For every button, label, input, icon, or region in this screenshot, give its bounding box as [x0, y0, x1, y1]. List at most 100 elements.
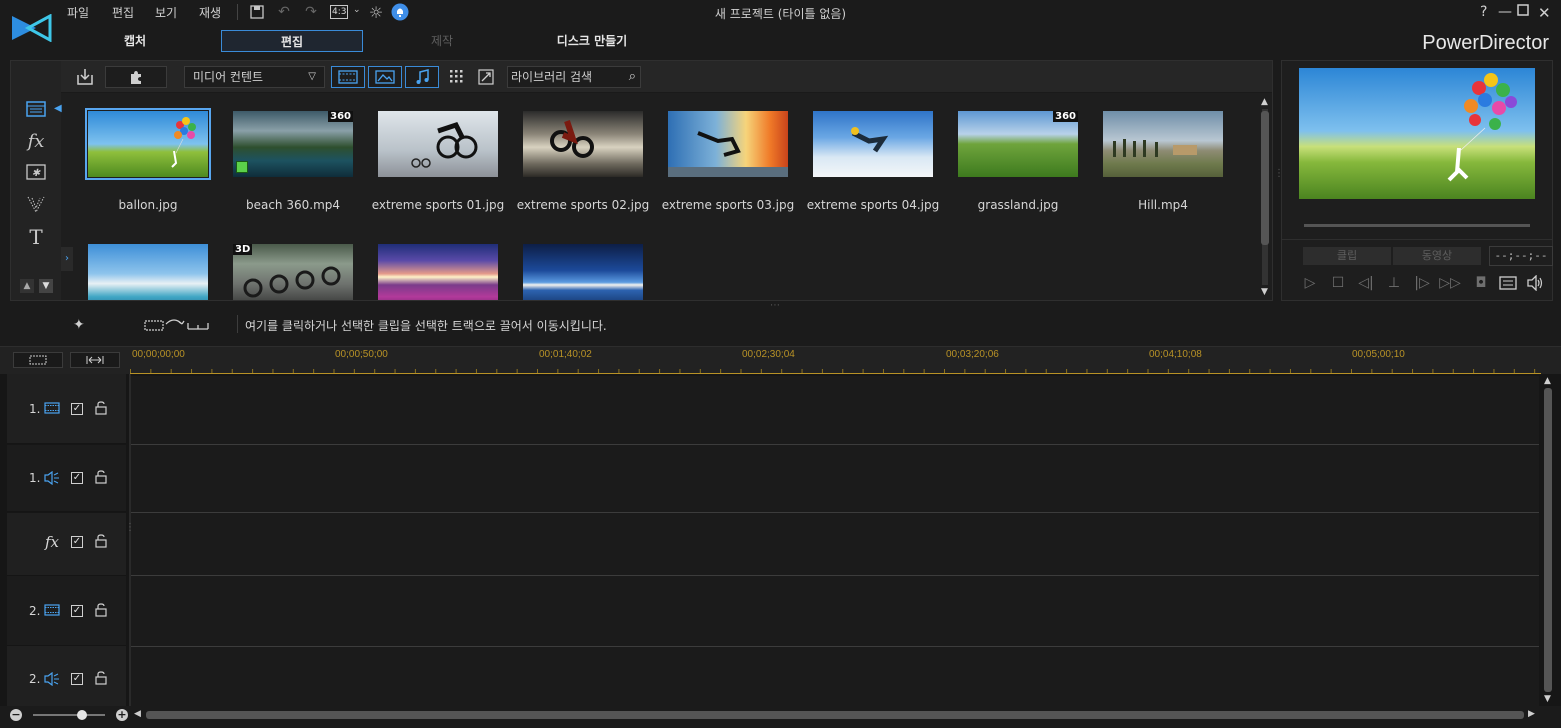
- tab-produce[interactable]: 제작: [371, 30, 513, 52]
- timeline-horizontal-scrollbar[interactable]: [146, 711, 1524, 719]
- media-item[interactable]: extreme sports 02.jpg: [517, 107, 649, 227]
- track-lock-icon[interactable]: [95, 671, 107, 688]
- zoom-slider-knob[interactable]: [77, 710, 87, 720]
- track-lock-icon[interactable]: [95, 603, 107, 620]
- media-item-name: extreme sports 04.jpg: [806, 198, 940, 212]
- media-thumbnail: 360: [958, 111, 1078, 177]
- tab-movie-mode[interactable]: 동영상: [1393, 247, 1481, 265]
- import-media-icon[interactable]: [75, 67, 95, 87]
- media-room-icon[interactable]: [23, 97, 49, 121]
- storyboard-toggle-icon[interactable]: [144, 316, 210, 335]
- media-item[interactable]: 360 beach 360.mp4: [230, 107, 356, 227]
- library-scrollbar[interactable]: ▲ ▼: [1260, 97, 1270, 297]
- media-item[interactable]: extreme sports 03.jpg: [662, 107, 794, 227]
- track-lane-audio-1[interactable]: [131, 445, 1539, 513]
- scroll-down-icon[interactable]: ▼: [1544, 694, 1551, 704]
- track-lock-icon[interactable]: [95, 470, 107, 487]
- track-enable-checkbox[interactable]: ✓: [71, 605, 83, 617]
- fx-room-icon[interactable]: fx: [23, 129, 49, 153]
- filter-video-button[interactable]: [331, 66, 365, 88]
- track-manager-button[interactable]: [13, 352, 63, 368]
- track-lane-video-1[interactable]: [131, 376, 1539, 445]
- menu-edit[interactable]: 편집: [112, 4, 134, 21]
- notification-icon[interactable]: [391, 3, 409, 21]
- scroll-right-icon[interactable]: ▶: [1528, 709, 1535, 719]
- fit-timeline-button[interactable]: [70, 352, 120, 368]
- close-icon[interactable]: ✕: [1538, 4, 1551, 22]
- scroll-up-icon[interactable]: ▲: [1544, 376, 1551, 386]
- sort-grid-icon[interactable]: [449, 69, 465, 88]
- stop-icon[interactable]: ☐: [1327, 273, 1349, 293]
- aspect-dropdown-icon[interactable]: ⌄: [353, 5, 361, 15]
- track-lane-video-2[interactable]: [131, 576, 1539, 647]
- menu-file[interactable]: 파일: [67, 4, 89, 21]
- fast-forward-icon[interactable]: ▷▷: [1439, 273, 1461, 293]
- aspect-ratio-button[interactable]: 4:3: [330, 5, 349, 19]
- media-item[interactable]: [520, 240, 646, 300]
- tab-clip-mode[interactable]: 클립: [1303, 247, 1391, 265]
- menu-view[interactable]: 보기: [155, 4, 177, 21]
- media-item[interactable]: extreme sports 01.jpg: [372, 107, 504, 227]
- media-item[interactable]: Hill.mp4: [1100, 107, 1226, 227]
- media-item[interactable]: [375, 240, 501, 300]
- media-item[interactable]: 360 grassland.jpg: [955, 107, 1081, 227]
- timeline-vertical-scrollbar[interactable]: ▲ ▼: [1543, 376, 1553, 706]
- zoom-slider[interactable]: [33, 714, 105, 716]
- track-enable-checkbox[interactable]: ✓: [71, 673, 83, 685]
- track-enable-checkbox[interactable]: ✓: [71, 403, 83, 415]
- snapshot-camera-icon[interactable]: ◘: [1470, 273, 1492, 293]
- zoom-in-icon[interactable]: +: [116, 709, 128, 721]
- track-enable-checkbox[interactable]: ✓: [71, 472, 83, 484]
- title-room-icon[interactable]: T: [23, 225, 49, 249]
- scroll-thumb[interactable]: [1261, 111, 1269, 245]
- track-enable-checkbox[interactable]: ✓: [71, 536, 83, 548]
- library-search-input[interactable]: 라이브러리 검색 ⌕: [507, 66, 641, 88]
- preview-settings-icon[interactable]: [1497, 273, 1519, 293]
- play-icon[interactable]: ▷: [1299, 273, 1321, 293]
- previous-frame-icon[interactable]: ◁|: [1355, 273, 1377, 293]
- maximize-icon[interactable]: [1517, 4, 1529, 20]
- expand-library-icon[interactable]: [478, 69, 494, 88]
- preview-timecode[interactable]: --;--;--: [1489, 246, 1553, 266]
- split-icon[interactable]: ⊥: [1383, 273, 1405, 293]
- scroll-up-icon[interactable]: ▲: [1261, 97, 1268, 107]
- track-lane-audio-2[interactable]: [131, 647, 1539, 708]
- redo-icon[interactable]: ↷: [302, 3, 320, 21]
- zoom-out-icon[interactable]: −: [10, 709, 22, 721]
- media-item[interactable]: 3D: [230, 240, 356, 300]
- track-lock-icon[interactable]: [95, 534, 107, 551]
- timeline-ruler[interactable]: 00;00;00;00 00;00;50;00 00;01;40;02 00;0…: [130, 347, 1541, 375]
- sidebar-scroll-down-icon[interactable]: ▼: [39, 279, 53, 293]
- tab-create-disc[interactable]: 디스크 만들기: [521, 30, 663, 52]
- sidebar-scroll-up-icon[interactable]: ▲: [20, 279, 34, 293]
- media-item[interactable]: extreme sports 04.jpg: [807, 107, 939, 227]
- undo-icon[interactable]: ↶: [275, 3, 293, 21]
- volume-icon[interactable]: [1524, 273, 1546, 293]
- scroll-thumb[interactable]: [1544, 388, 1552, 692]
- magic-tools-icon[interactable]: ✦: [73, 317, 85, 333]
- plugins-button[interactable]: [105, 66, 167, 88]
- tab-capture[interactable]: 캡처: [64, 30, 206, 52]
- chevron-down-icon: ▽: [308, 71, 316, 82]
- search-icon[interactable]: ⌕: [629, 67, 636, 87]
- pip-room-icon[interactable]: ✱: [23, 160, 49, 184]
- media-filter-select[interactable]: 미디어 컨텐트 ▽: [184, 66, 325, 88]
- track-lock-icon[interactable]: [95, 401, 107, 418]
- media-item[interactable]: [85, 240, 211, 300]
- particle-room-icon[interactable]: [23, 192, 49, 216]
- help-icon[interactable]: ?: [1480, 4, 1487, 20]
- next-frame-icon[interactable]: |▷: [1411, 273, 1433, 293]
- tab-edit[interactable]: 편집: [221, 30, 363, 52]
- preview-screen[interactable]: [1299, 68, 1535, 199]
- scroll-down-icon[interactable]: ▼: [1261, 287, 1268, 297]
- menu-playback[interactable]: 재생: [199, 4, 221, 21]
- save-icon[interactable]: [248, 3, 266, 21]
- filter-image-button[interactable]: [368, 66, 402, 88]
- preview-seek-slider[interactable]: [1304, 224, 1530, 227]
- media-item[interactable]: ballon.jpg: [85, 107, 211, 227]
- track-lane-fx[interactable]: [131, 513, 1539, 576]
- scroll-left-icon[interactable]: ◀: [134, 709, 141, 719]
- minimize-icon[interactable]: —: [1498, 4, 1512, 20]
- filter-audio-button[interactable]: [405, 66, 439, 88]
- settings-gear-icon[interactable]: ☼: [367, 3, 385, 22]
